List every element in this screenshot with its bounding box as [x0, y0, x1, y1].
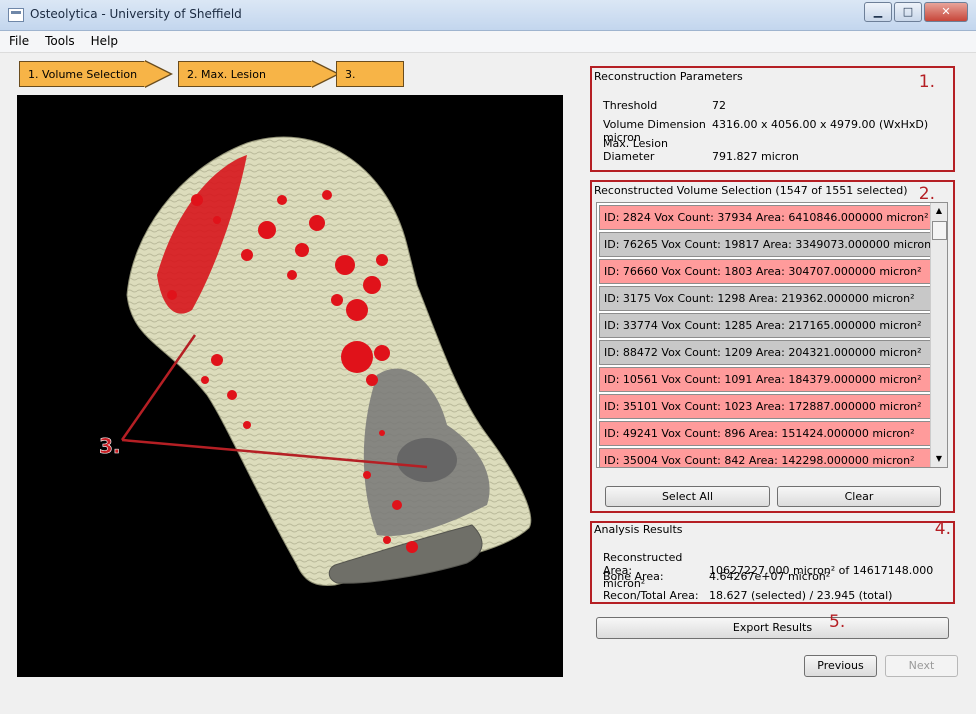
next-button[interactable]: Next: [885, 655, 958, 677]
list-scrollbar[interactable]: ▲ ▼: [930, 203, 947, 467]
select-all-button[interactable]: Select All: [605, 486, 770, 507]
annotation-3-label: 3.: [99, 434, 121, 458]
maximize-button[interactable]: □: [894, 2, 922, 22]
volume-list-item[interactable]: ID: 76660 Vox Count: 1803 Area: 304707.0…: [599, 259, 944, 284]
volume-list-item[interactable]: ID: 35004 Vox Count: 842 Area: 142298.00…: [599, 448, 944, 467]
step-volume-selection[interactable]: 1. Volume Selection: [19, 61, 145, 87]
bone-shape: [126, 136, 532, 586]
panel-title: Reconstructed Volume Selection (1547 of …: [594, 184, 908, 197]
annotation-5-label: 5.: [829, 612, 846, 632]
annotation-4-label: 4.: [934, 519, 951, 539]
volume-list-item[interactable]: ID: 88472 Vox Count: 1209 Area: 204321.0…: [599, 340, 944, 365]
volume-list-item[interactable]: ID: 10561 Vox Count: 1091 Area: 184379.0…: [599, 367, 944, 392]
menu-bar: File Tools Help: [0, 31, 976, 53]
title-bar: Osteolytica - University of Sheffield ▁ …: [0, 0, 976, 31]
close-button[interactable]: ✕: [924, 2, 968, 22]
param-row: Threshold 72: [603, 99, 726, 112]
result-row: Bone Area: 4.64267e+07 micron²: [603, 570, 831, 583]
volume-list-item[interactable]: ID: 76265 Vox Count: 19817 Area: 3349073…: [599, 232, 944, 257]
annotation-2-label: 2.: [918, 184, 935, 204]
panel-title: Analysis Results: [594, 523, 683, 536]
export-results-button[interactable]: Export Results: [596, 617, 949, 639]
scroll-down-icon[interactable]: ▼: [931, 451, 947, 467]
volume-list-item[interactable]: ID: 49241 Vox Count: 896 Area: 151424.00…: [599, 421, 944, 446]
window-title: Osteolytica - University of Sheffield: [30, 7, 242, 21]
panel-title: Reconstruction Parameters: [594, 70, 743, 83]
minimize-button[interactable]: ▁: [864, 2, 892, 22]
analysis-results-panel: Analysis Results 4. Reconstructed Area: 1…: [590, 519, 955, 604]
menu-tools[interactable]: Tools: [36, 31, 82, 48]
3d-bone-viewport[interactable]: 3.: [17, 95, 563, 677]
volume-list-item[interactable]: ID: 3175 Vox Count: 1298 Area: 219362.00…: [599, 286, 944, 311]
annotation-1-label: 1.: [918, 72, 935, 92]
step-max-lesion-diameter[interactable]: 2. Max. Lesion Diameter: [178, 61, 312, 107]
scroll-thumb[interactable]: [932, 221, 947, 240]
volume-list-item[interactable]: ID: 2824 Vox Count: 37934 Area: 6410846.…: [599, 205, 944, 230]
menu-file[interactable]: File: [0, 31, 36, 48]
bone-render: 3.: [99, 136, 532, 586]
menu-help[interactable]: Help: [82, 31, 125, 48]
app-icon: [8, 8, 24, 22]
previous-button[interactable]: Previous: [804, 655, 877, 677]
result-row: Recon/Total Area: 18.627 (selected) / 23.…: [603, 589, 893, 602]
volume-list[interactable]: ID: 2824 Vox Count: 37934 Area: 6410846.…: [596, 202, 948, 468]
step-analysis[interactable]: 3. Analysis: [336, 61, 404, 107]
clear-button[interactable]: Clear: [777, 486, 941, 507]
volume-list-item[interactable]: ID: 35101 Vox Count: 1023 Area: 172887.0…: [599, 394, 944, 419]
volume-selection-panel: Reconstructed Volume Selection (1547 of …: [590, 180, 955, 513]
volume-list-item[interactable]: ID: 33774 Vox Count: 1285 Area: 217165.0…: [599, 313, 944, 338]
reconstruction-parameters-panel: Reconstruction Parameters 1. Threshold 72…: [590, 66, 955, 172]
scroll-up-icon[interactable]: ▲: [931, 203, 947, 219]
param-row: Max. Lesion Diameter 791.827 micron: [603, 137, 799, 163]
